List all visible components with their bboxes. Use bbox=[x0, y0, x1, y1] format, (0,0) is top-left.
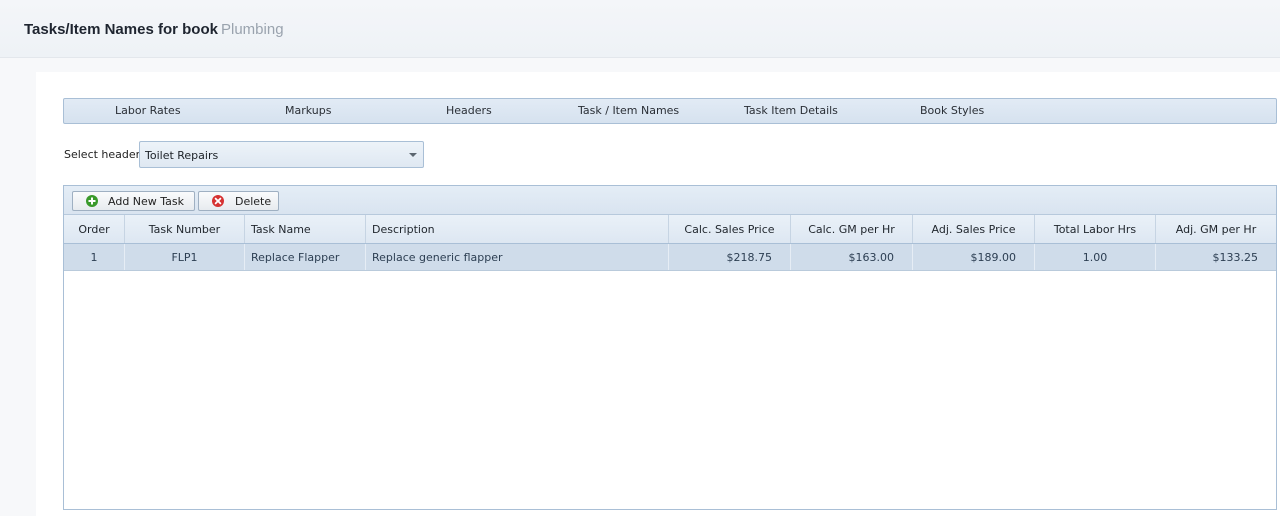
cell-adj-gm-per-hr: $133.25 bbox=[1155, 244, 1276, 270]
cell-order: 1 bbox=[90, 251, 98, 264]
tab-headers[interactable]: Headers bbox=[446, 99, 492, 123]
delete-button[interactable]: Delete bbox=[198, 191, 279, 211]
tab-markups[interactable]: Markups bbox=[285, 99, 331, 123]
tab-labor-rates[interactable]: Labor Rates bbox=[115, 99, 181, 123]
column-header-adj-gm-per-hr[interactable]: Adj. GM per Hr bbox=[1155, 215, 1276, 243]
cell-calc-gm-per-hr: $163.00 bbox=[790, 244, 912, 270]
cell-description: Replace generic flapper bbox=[365, 244, 668, 270]
tab-task-item-details[interactable]: Task Item Details bbox=[744, 99, 838, 123]
tab-bar: Labor Rates Markups Headers Task / Item … bbox=[63, 98, 1277, 124]
column-header-task-number[interactable]: Task Number bbox=[124, 215, 244, 243]
add-new-task-button[interactable]: Add New Task bbox=[72, 191, 195, 211]
x-circle-icon bbox=[212, 195, 224, 207]
cell-total-labor-hrs: 1.00 bbox=[1034, 244, 1155, 270]
grid-toolbar: Add New Task Delete bbox=[64, 186, 1276, 215]
tab-task-item-names[interactable]: Task / Item Names bbox=[578, 99, 679, 123]
chevron-down-icon[interactable] bbox=[409, 153, 417, 157]
add-new-task-label: Add New Task bbox=[108, 195, 185, 208]
table-row[interactable]: 1 FLP1 Replace Flapper Replace generic f… bbox=[64, 244, 1276, 271]
column-header-total-labor-hrs[interactable]: Total Labor Hrs bbox=[1034, 215, 1155, 243]
cell-task-name: Replace Flapper bbox=[244, 244, 365, 270]
book-name: Plumbing bbox=[221, 21, 284, 38]
tab-book-styles[interactable]: Book Styles bbox=[920, 99, 984, 123]
header-select[interactable]: Toilet Repairs bbox=[139, 141, 424, 168]
cell-calc-sales-price: $218.75 bbox=[668, 244, 790, 270]
page-title: Tasks/Item Names for book bbox=[24, 21, 218, 38]
cell-adj-sales-price: $189.00 bbox=[912, 244, 1034, 270]
column-header-task-name[interactable]: Task Name bbox=[244, 215, 365, 243]
tasks-grid: Add New Task Delete Order Task Number Ta… bbox=[63, 185, 1277, 510]
select-header-label: Select header: bbox=[64, 148, 144, 161]
column-header-calc-gm-per-hr[interactable]: Calc. GM per Hr bbox=[790, 215, 912, 243]
cell-task-number: FLP1 bbox=[124, 244, 244, 270]
column-header-description[interactable]: Description bbox=[365, 215, 668, 243]
plus-circle-icon bbox=[86, 195, 98, 207]
column-header-order[interactable]: Order bbox=[64, 215, 124, 243]
delete-label: Delete bbox=[235, 195, 272, 208]
column-header-adj-sales-price[interactable]: Adj. Sales Price bbox=[912, 215, 1034, 243]
table-header-row: Order Task Number Task Name Description … bbox=[64, 215, 1276, 244]
page-header: Tasks/Item Names for book Plumbing bbox=[0, 0, 1280, 58]
header-select-value: Toilet Repairs bbox=[145, 149, 219, 162]
column-header-calc-sales-price[interactable]: Calc. Sales Price bbox=[668, 215, 790, 243]
